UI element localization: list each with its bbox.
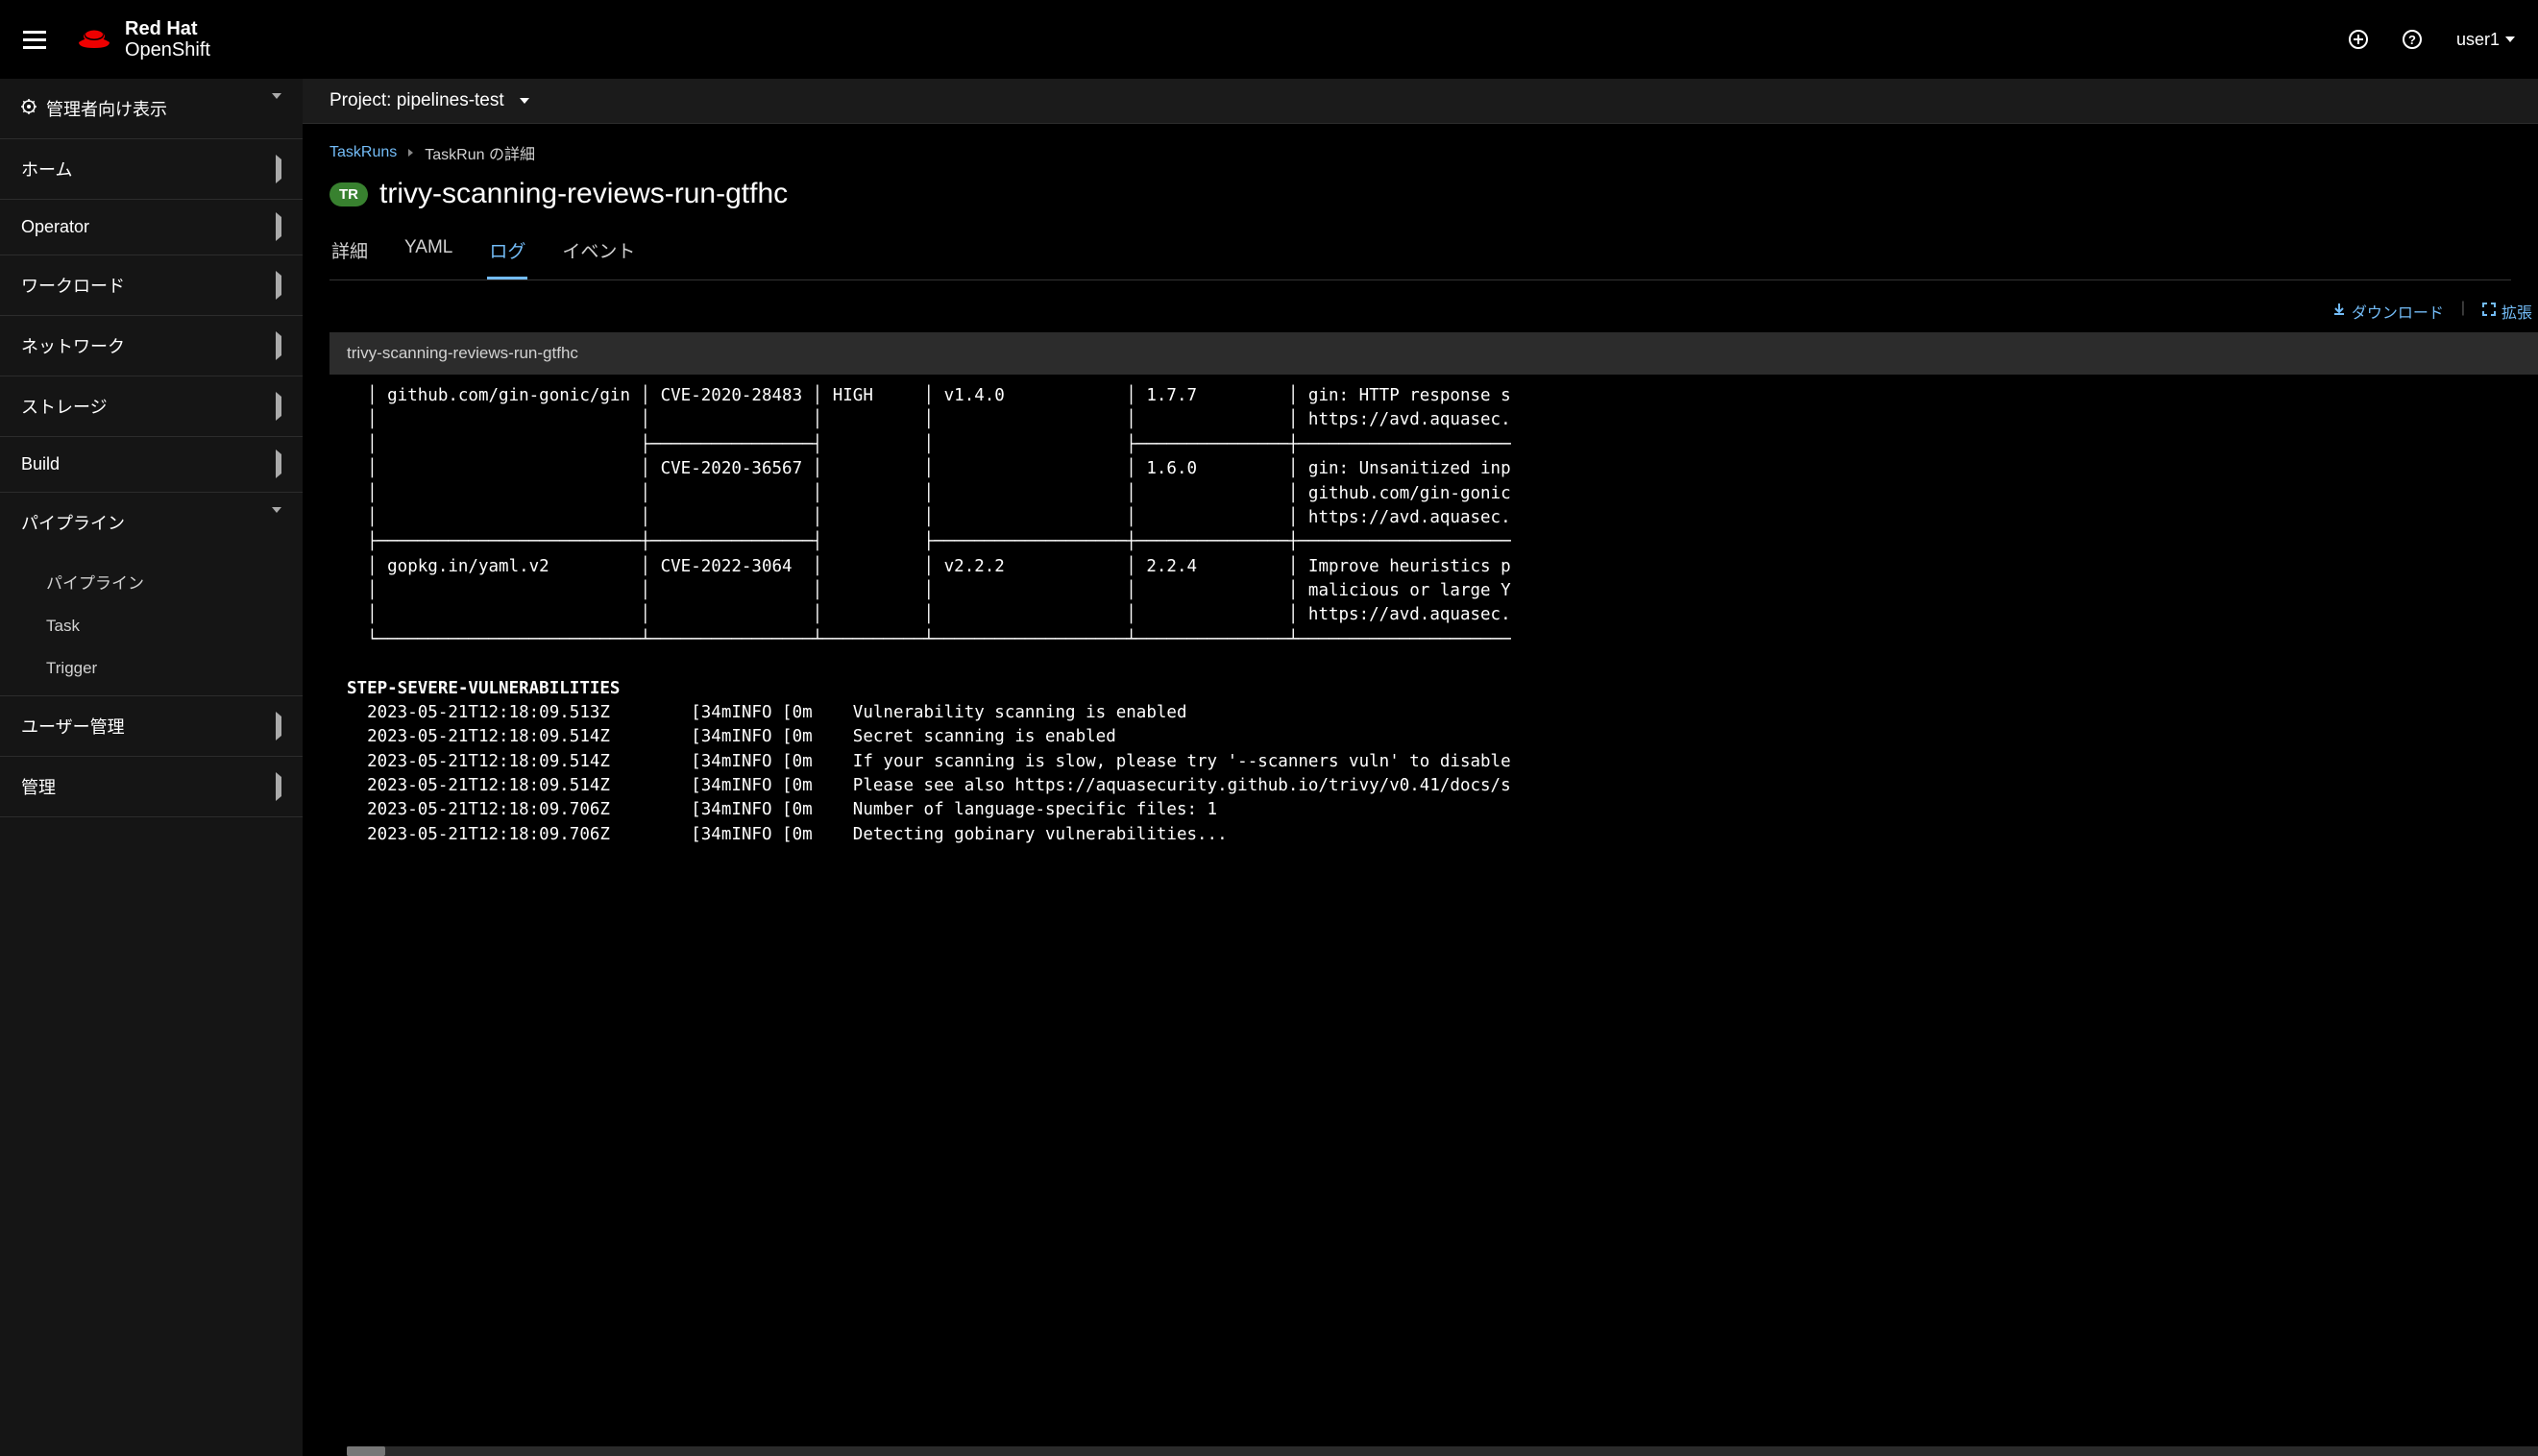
chevron-right-icon	[276, 155, 281, 183]
sidebar-item-storage[interactable]: ストレージ	[0, 376, 303, 437]
log-body[interactable]: │ github.com/gin-gonic/gin │ CVE-2020-28…	[329, 375, 2538, 1443]
breadcrumb: TaskRuns TaskRun の詳細	[329, 141, 2511, 164]
toolbar-separator: |	[2461, 300, 2465, 323]
caret-down-icon	[2505, 36, 2515, 42]
breadcrumb-current: TaskRun の詳細	[425, 141, 535, 164]
chevron-right-icon	[276, 712, 281, 740]
page-title: trivy-scanning-reviews-run-gtfhc	[379, 178, 788, 210]
tab-details[interactable]: 詳細	[329, 228, 370, 279]
log-container: trivy-scanning-reviews-run-gtfhc │ githu…	[329, 332, 2538, 1456]
project-selector[interactable]: Project: pipelines-test	[329, 90, 529, 111]
chevron-right-icon	[276, 271, 281, 300]
user-menu[interactable]: user1	[2456, 30, 2515, 50]
expand-icon	[2482, 303, 2496, 321]
subnav-task[interactable]: Task	[0, 605, 303, 647]
tabs: 詳細 YAML ログ イベント	[329, 228, 2511, 280]
hamburger-menu-button[interactable]	[23, 31, 46, 49]
svg-text:?: ?	[2408, 33, 2416, 47]
masthead: Red Hat OpenShift ? user1	[0, 0, 2538, 79]
breadcrumb-separator-icon	[408, 149, 413, 157]
sidebar: 管理者向け表示 ホーム Operator ワークロード ネットワーク ストレージ…	[0, 79, 303, 1456]
subnav-trigger[interactable]: Trigger	[0, 647, 303, 690]
log-output: │ github.com/gin-gonic/gin │ CVE-2020-28…	[347, 384, 2538, 847]
sidebar-item-build[interactable]: Build	[0, 437, 303, 493]
project-bar: Project: pipelines-test	[303, 79, 2538, 124]
main-content: Project: pipelines-test TaskRuns TaskRun…	[303, 79, 2538, 1456]
tab-logs[interactable]: ログ	[487, 228, 527, 279]
sidebar-item-administration[interactable]: 管理	[0, 757, 303, 817]
sidebar-item-user-management[interactable]: ユーザー管理	[0, 696, 303, 757]
chevron-down-icon	[272, 93, 281, 118]
plus-icon[interactable]	[2349, 30, 2368, 49]
chevron-right-icon	[276, 331, 281, 360]
resource-badge: TR	[329, 182, 368, 206]
tab-yaml[interactable]: YAML	[403, 228, 454, 279]
sidebar-item-network[interactable]: ネットワーク	[0, 316, 303, 376]
horizontal-scrollbar[interactable]	[347, 1446, 2538, 1456]
chevron-down-icon	[272, 507, 281, 532]
sidebar-item-workloads[interactable]: ワークロード	[0, 255, 303, 316]
sidebar-pipelines-subnav: パイプライン Task Trigger	[0, 552, 303, 696]
scrollbar-thumb[interactable]	[347, 1446, 385, 1456]
log-title-bar: trivy-scanning-reviews-run-gtfhc	[329, 332, 2538, 375]
caret-down-icon	[520, 98, 529, 104]
subnav-pipelines[interactable]: パイプライン	[0, 558, 303, 605]
sidebar-item-pipelines[interactable]: パイプライン	[0, 493, 303, 552]
sidebar-item-operator[interactable]: Operator	[0, 200, 303, 255]
perspective-switcher[interactable]: 管理者向け表示	[0, 79, 303, 139]
brand-line1: Red Hat	[125, 18, 210, 39]
redhat-fedora-icon	[75, 25, 113, 54]
sidebar-item-home[interactable]: ホーム	[0, 139, 303, 200]
breadcrumb-root[interactable]: TaskRuns	[329, 144, 397, 161]
chevron-right-icon	[276, 449, 281, 478]
gear-icon	[21, 99, 37, 119]
chevron-right-icon	[276, 212, 281, 241]
tab-events[interactable]: イベント	[560, 228, 637, 279]
download-button[interactable]: ダウンロード	[2332, 300, 2444, 323]
perspective-label: 管理者向け表示	[46, 96, 167, 121]
expand-button[interactable]: 拡張	[2482, 300, 2532, 323]
brand[interactable]: Red Hat OpenShift	[75, 18, 210, 61]
chevron-right-icon	[276, 392, 281, 421]
user-name: user1	[2456, 30, 2500, 50]
chevron-right-icon	[276, 772, 281, 801]
brand-line2: OpenShift	[125, 39, 210, 61]
download-icon	[2332, 303, 2346, 321]
help-icon[interactable]: ?	[2403, 30, 2422, 49]
log-toolbar: ダウンロード | 拡張	[303, 280, 2538, 332]
